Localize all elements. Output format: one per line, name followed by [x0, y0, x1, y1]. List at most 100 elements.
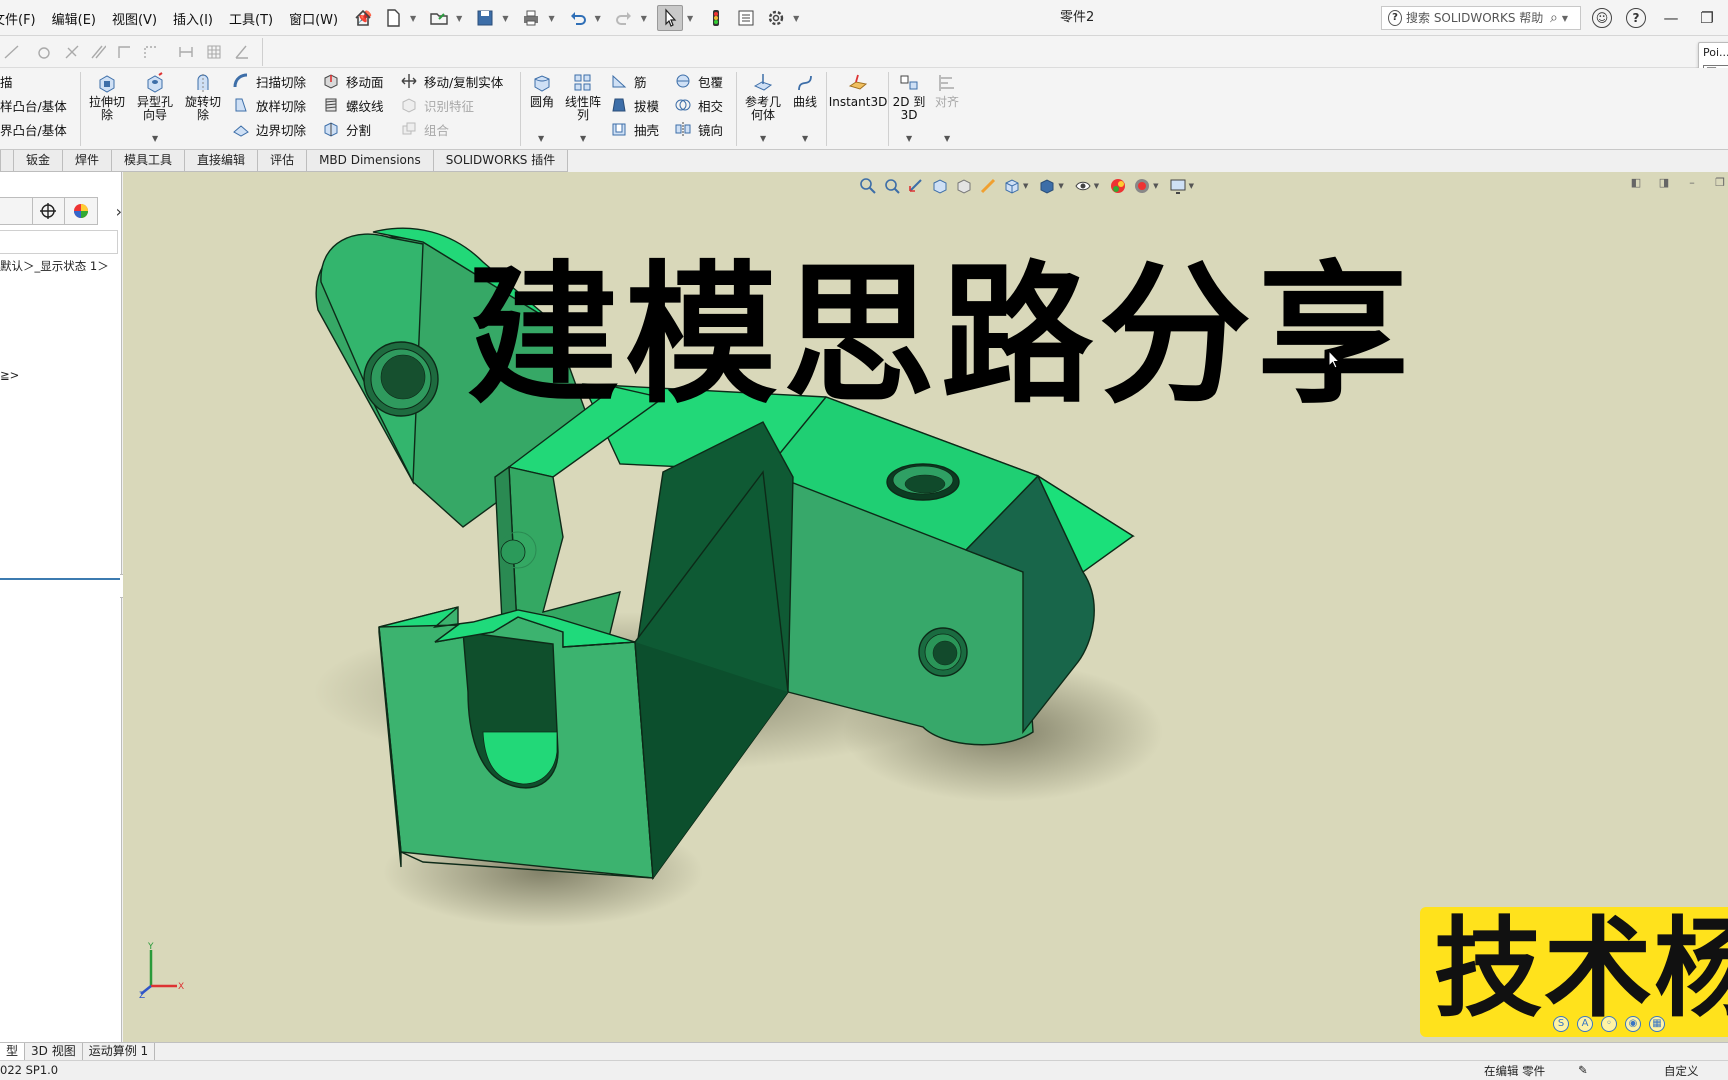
user-account-icon[interactable]: ☺ — [1592, 8, 1612, 28]
panel-splitter[interactable] — [0, 578, 120, 580]
menu-edit[interactable]: 编辑(E) — [52, 9, 96, 28]
tab-3d-views[interactable]: 3D 视图 — [25, 1043, 83, 1061]
chevron-down-icon[interactable]: ▼ — [641, 14, 647, 23]
trim-icon[interactable] — [64, 44, 80, 60]
dimxpert-crosshair-icon[interactable] — [31, 197, 66, 225]
previous-view-icon[interactable] — [907, 177, 925, 195]
tab-motion-study[interactable]: 运动算例 1 — [83, 1043, 156, 1061]
redo-icon[interactable] — [611, 5, 637, 31]
chevron-down-icon[interactable]: ▼ — [802, 134, 808, 143]
revolve-cut-button[interactable]: 旋转切除 — [182, 72, 224, 121]
boundary-boss-button[interactable]: 界凸台/基体 — [0, 118, 67, 140]
file-properties-icon[interactable] — [733, 5, 759, 31]
chevron-down-icon[interactable]: ▼ — [687, 14, 693, 23]
ime-voice-icon[interactable]: ◉ — [1625, 1016, 1641, 1032]
arc-icon[interactable] — [36, 44, 52, 60]
chevron-down-icon[interactable]: ▼ — [538, 134, 544, 143]
tab-mbd-dimensions[interactable]: MBD Dimensions — [306, 150, 434, 172]
curves-button[interactable]: 曲线 — [788, 72, 822, 109]
tree-filter-input[interactable] — [0, 230, 118, 254]
move-copy-body-button[interactable]: 移动/复制实体 — [400, 70, 503, 92]
chevron-down-icon[interactable]: ▼ — [152, 134, 158, 143]
display-style-icon[interactable] — [1038, 177, 1056, 195]
offset-icon[interactable] — [90, 44, 106, 60]
dimension-icon[interactable] — [178, 44, 194, 60]
loft-boss-button[interactable]: 样凸台/基体 — [0, 94, 67, 116]
help-search-box[interactable]: ? ⌕ ▼ — [1381, 6, 1581, 30]
select-cursor-icon[interactable] — [656, 5, 683, 31]
chevron-down-icon[interactable]: ▼ — [760, 134, 766, 143]
hole-wizard-button[interactable]: 异型孔向导 — [134, 72, 176, 121]
chevron-down-icon[interactable]: ▼ — [1189, 182, 1194, 190]
rebuild-traffic-light-icon[interactable] — [703, 5, 729, 31]
loft-cut-button[interactable]: 放样切除 — [232, 94, 306, 116]
home-icon[interactable] — [350, 5, 376, 31]
display-manager-icon[interactable] — [64, 197, 98, 225]
ime-punct-icon[interactable]: ◦ — [1601, 1016, 1617, 1032]
draft-button[interactable]: 拔模 — [610, 94, 659, 116]
menu-tools[interactable]: 工具(T) — [229, 9, 273, 28]
menu-view[interactable]: 视图(V) — [112, 9, 157, 28]
boundary-cut-button[interactable]: 边界切除 — [232, 118, 306, 140]
align-button[interactable]: 对齐 — [930, 72, 964, 109]
rebuild-icon[interactable]: ✎ — [1578, 1063, 1588, 1077]
dynamic-annotation-icon[interactable] — [955, 177, 973, 195]
chevron-down-icon[interactable]: ▼ — [456, 14, 462, 23]
construction-line-icon[interactable] — [142, 44, 158, 60]
appearance-tools-icon[interactable] — [979, 177, 997, 195]
tab-solidworks-addins[interactable]: SOLIDWORKS 插件 — [432, 150, 569, 172]
grid-icon[interactable] — [206, 44, 222, 60]
ime-mode-icon[interactable]: A — [1577, 1016, 1593, 1032]
open-folder-icon[interactable] — [426, 5, 452, 31]
chevron-down-icon[interactable]: ▼ — [906, 134, 912, 143]
tab-sheet-metal[interactable]: 钣金 — [13, 150, 64, 172]
instant3d-button[interactable]: Instant3D — [829, 72, 887, 109]
options-gear-icon[interactable] — [763, 5, 789, 31]
hide-show-items-icon[interactable] — [1074, 177, 1092, 195]
edit-appearance-icon[interactable] — [1109, 177, 1127, 195]
extrude-cut-button[interactable]: 拉伸切除 — [86, 72, 128, 121]
minimize-icon[interactable]: – — [1684, 176, 1700, 190]
tab-weldments[interactable]: 焊件 — [62, 150, 113, 172]
intersect-button[interactable]: 相交 — [674, 94, 723, 116]
print-icon[interactable] — [518, 5, 544, 31]
chevron-down-icon[interactable]: ▼ — [1023, 182, 1028, 190]
mirror-button[interactable]: 镜向 — [674, 118, 723, 140]
fillet-button[interactable]: 圆角 — [526, 72, 558, 109]
save-icon[interactable] — [472, 5, 498, 31]
chevron-down-icon[interactable]: ▼ — [793, 14, 799, 23]
menu-window[interactable]: 窗口(W) — [289, 9, 338, 28]
wrap-button[interactable]: 包覆 — [674, 70, 723, 92]
chevron-down-icon[interactable]: ▼ — [410, 14, 416, 23]
minimize-icon[interactable]: — — [1660, 7, 1682, 29]
tree-item-partial[interactable]: ≧> — [0, 368, 19, 382]
ime-keyboard-icon[interactable]: ▦ — [1649, 1016, 1665, 1032]
shell-button[interactable]: 抽壳 — [610, 118, 659, 140]
graphics-viewport[interactable]: ▼ ▼ ▼ ▼ ▼ ◧ ◨ – ❐ 建模思路分享 技术杨 Y X Z S A ◦… — [123, 172, 1728, 1044]
sweep-boss-button[interactable]: 描 — [0, 70, 13, 92]
chevron-down-icon[interactable]: ▼ — [548, 14, 554, 23]
help-icon[interactable]: ? — [1626, 8, 1646, 28]
prev-pane-icon[interactable]: ◧ — [1628, 176, 1644, 190]
zoom-to-area-icon[interactable] — [883, 177, 901, 195]
angle-icon[interactable] — [234, 44, 250, 60]
chevron-down-icon[interactable]: ▼ — [1058, 182, 1063, 190]
search-icon[interactable]: ⌕ — [1550, 10, 1558, 26]
thread-button[interactable]: 螺纹线 — [322, 94, 384, 116]
tab-mold-tools[interactable]: 模具工具 — [111, 150, 186, 172]
chevron-down-icon[interactable]: ▼ — [595, 14, 601, 23]
feature-recognition-button[interactable]: 识别特征 — [400, 94, 474, 116]
next-pane-icon[interactable]: ◨ — [1656, 176, 1672, 190]
chevron-down-icon[interactable]: ▼ — [1153, 182, 1158, 190]
restore-icon[interactable]: ❐ — [1712, 176, 1728, 190]
search-input[interactable] — [1406, 11, 1546, 25]
chevron-down-icon[interactable]: ▼ — [1094, 182, 1099, 190]
tab-direct-editing[interactable]: 直接编辑 — [184, 150, 259, 172]
units-custom-label[interactable]: 自定义 — [1664, 1063, 1699, 1079]
tab-model[interactable]: 型 — [0, 1043, 26, 1061]
view-settings-monitor-icon[interactable] — [1169, 177, 1187, 195]
new-document-icon[interactable] — [380, 5, 406, 31]
section-view-icon[interactable] — [931, 177, 949, 195]
apply-scene-icon[interactable] — [1133, 177, 1151, 195]
tab-hidden[interactable] — [0, 150, 14, 172]
